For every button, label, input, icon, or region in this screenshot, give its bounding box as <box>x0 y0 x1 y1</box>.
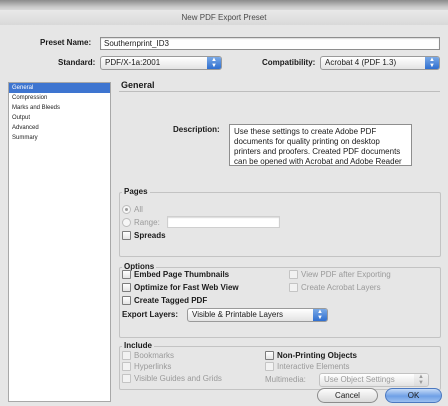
ok-button[interactable]: OK <box>385 388 442 403</box>
compatibility-value: Acrobat 4 (PDF 1.3) <box>325 58 397 67</box>
non-printing-checkbox[interactable] <box>265 351 274 360</box>
preset-name-field[interactable]: Southernprint_ID3 <box>100 37 440 50</box>
compatibility-popup[interactable]: Acrobat 4 (PDF 1.3) ▲ ▼ <box>320 56 440 70</box>
standard-label: Standard: <box>58 58 96 67</box>
compatibility-label: Compatibility: <box>262 58 316 67</box>
interactive-elements-label: Interactive Elements <box>277 362 350 371</box>
optimize-web-label: Optimize for Fast Web View <box>134 283 239 292</box>
embed-thumbnails-checkbox[interactable] <box>122 270 131 279</box>
pages-legend: Pages <box>122 187 150 197</box>
window-shadow <box>0 0 448 10</box>
sidebar-item-compression[interactable]: Compression <box>9 93 110 103</box>
preset-name-label: Preset Name: <box>40 38 92 47</box>
optimize-web-checkbox[interactable] <box>122 283 131 292</box>
non-printing-label: Non-Printing Objects <box>277 351 357 360</box>
popup-arrows-icon: ▲ ▼ <box>313 309 327 321</box>
multimedia-popup[interactable]: Use Object Settings ▲ ▼ <box>319 373 429 387</box>
popup-arrows-icon: ▲ ▼ <box>425 57 439 69</box>
panel-heading: General <box>121 80 155 90</box>
hyperlinks-label: Hyperlinks <box>134 362 172 371</box>
bookmarks-checkbox[interactable] <box>122 351 131 360</box>
window-title: New PDF Export Preset <box>0 10 448 25</box>
sidebar-item-advanced[interactable]: Advanced <box>9 123 110 133</box>
create-acrobat-layers-checkbox[interactable] <box>289 283 298 292</box>
heading-divider <box>119 91 440 92</box>
sidebar-item-summary[interactable]: Summary <box>9 133 110 143</box>
description-label: Description: <box>173 125 220 134</box>
range-field[interactable] <box>167 216 280 228</box>
description-text[interactable]: Use these settings to create Adobe PDF d… <box>229 124 412 166</box>
export-layers-popup[interactable]: Visible & Printable Layers ▲ ▼ <box>187 308 328 322</box>
sidebar-item-marks-and-bleeds[interactable]: Marks and Bleeds <box>9 103 110 113</box>
multimedia-value: Use Object Settings <box>324 375 395 384</box>
cancel-button[interactable]: Cancel <box>317 388 378 403</box>
embed-thumbnails-label: Embed Page Thumbnails <box>134 270 230 279</box>
popup-arrows-icon: ▲ ▼ <box>207 57 221 69</box>
spreads-checkbox[interactable] <box>122 231 131 240</box>
create-tagged-label: Create Tagged PDF <box>134 296 208 305</box>
sidebar-item-output[interactable]: Output <box>9 113 110 123</box>
popup-arrows-icon: ▲ ▼ <box>414 374 428 386</box>
create-tagged-checkbox[interactable] <box>122 296 131 305</box>
visible-guides-checkbox[interactable] <box>122 374 131 383</box>
interactive-elements-checkbox[interactable] <box>265 362 274 371</box>
dialog-window: New PDF Export Preset Preset Name: South… <box>0 0 448 406</box>
view-after-export-checkbox[interactable] <box>289 270 298 279</box>
view-after-export-label: View PDF after Exporting <box>301 270 391 279</box>
all-radio[interactable] <box>122 205 131 214</box>
range-radio[interactable] <box>122 218 131 227</box>
range-label: Range: <box>134 218 160 227</box>
include-legend: Include <box>122 341 155 351</box>
visible-guides-label: Visible Guides and Grids <box>134 374 222 383</box>
spreads-label: Spreads <box>134 231 166 240</box>
hyperlinks-checkbox[interactable] <box>122 362 131 371</box>
all-label: All <box>134 205 143 214</box>
sidebar-item-general[interactable]: General <box>9 83 110 93</box>
standard-popup[interactable]: PDF/X-1a:2001 ▲ ▼ <box>100 56 222 70</box>
multimedia-label: Multimedia: <box>265 375 306 384</box>
export-layers-label: Export Layers: <box>122 310 179 319</box>
export-layers-value: Visible & Printable Layers <box>192 310 284 319</box>
standard-value: PDF/X-1a:2001 <box>105 58 161 67</box>
create-acrobat-layers-label: Create Acrobat Layers <box>301 283 381 292</box>
bookmarks-label: Bookmarks <box>134 351 175 360</box>
category-sidebar: General Compression Marks and Bleeds Out… <box>8 82 111 402</box>
